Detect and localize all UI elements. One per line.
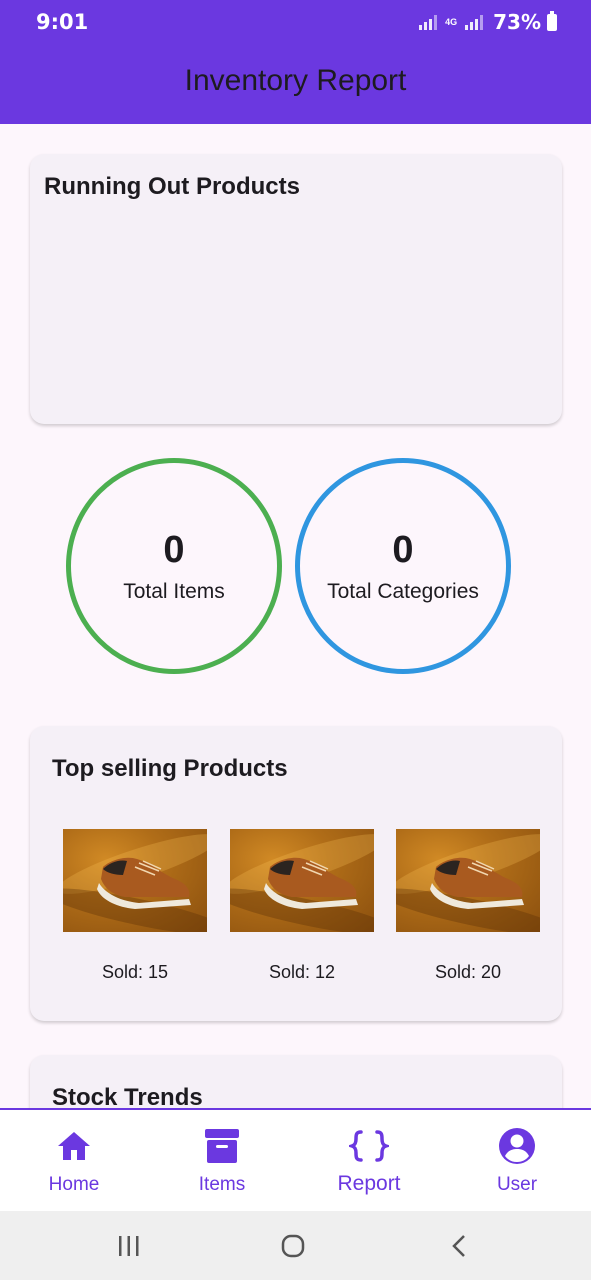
total-items-value: 0 <box>163 529 185 571</box>
total-items-label: Total Items <box>123 580 225 603</box>
total-categories-value: 0 <box>392 529 414 571</box>
product-card[interactable]: Sold: 15 <box>63 829 207 983</box>
product-sold: Sold: 15 <box>101 962 169 982</box>
page-title: Inventory Report <box>184 64 407 97</box>
recents-icon[interactable] <box>116 1233 142 1259</box>
nav-items-label: Items <box>198 1174 246 1195</box>
nav-home[interactable]: Home <box>0 1110 148 1211</box>
top-selling-card: Top selling Products Sold: 15 Sold: 12 S… <box>30 726 562 1021</box>
total-items-stat: 0 Total Items <box>66 458 282 674</box>
nav-report-label: Report <box>337 1172 401 1195</box>
product-image <box>230 829 374 932</box>
bottom-nav: Home Items Report User <box>0 1110 591 1211</box>
back-icon[interactable] <box>448 1233 470 1259</box>
nav-items[interactable]: Items <box>148 1110 296 1211</box>
product-card[interactable]: Sold: 20 <box>396 829 540 983</box>
stock-trends-card: Stock Trends <box>30 1055 562 1115</box>
sneaker-icon <box>97 857 191 909</box>
total-categories-label: Total Categories <box>327 580 479 603</box>
product-sold: Sold: 20 <box>434 962 502 982</box>
status-bar: 9:01 4G 73% <box>0 10 591 40</box>
system-nav-bar <box>0 1211 591 1280</box>
home-circle-icon[interactable] <box>280 1233 306 1259</box>
status-icons: 4G 73% <box>419 10 557 34</box>
braces-icon <box>349 1126 389 1166</box>
nav-home-label: Home <box>48 1174 100 1195</box>
sneaker-icon <box>430 857 524 909</box>
archive-icon <box>202 1126 242 1166</box>
sneaker-icon <box>264 857 358 909</box>
status-time: 9:01 <box>36 10 89 34</box>
nav-report[interactable]: Report <box>295 1110 443 1211</box>
product-image <box>396 829 540 932</box>
home-icon <box>54 1126 94 1166</box>
product-card[interactable]: Sold: 12 <box>230 829 374 983</box>
nav-user[interactable]: User <box>443 1110 591 1211</box>
signal-icon <box>419 14 438 30</box>
nav-user-label: User <box>496 1174 538 1195</box>
battery-percent: 73% <box>493 10 541 34</box>
product-sold: Sold: 12 <box>268 962 336 982</box>
battery-icon <box>547 10 557 31</box>
network-type: 4G <box>445 17 458 27</box>
app-bar: 9:01 4G 73% Inventory Report <box>0 0 591 124</box>
top-selling-title: Top selling Products <box>52 755 288 782</box>
product-image <box>63 829 207 932</box>
account-circle-icon <box>497 1126 537 1166</box>
total-categories-stat: 0 Total Categories <box>295 458 511 674</box>
signal-icon-2 <box>465 14 484 30</box>
running-out-card: Running Out Products <box>30 154 562 424</box>
running-out-title: Running Out Products <box>44 173 300 200</box>
